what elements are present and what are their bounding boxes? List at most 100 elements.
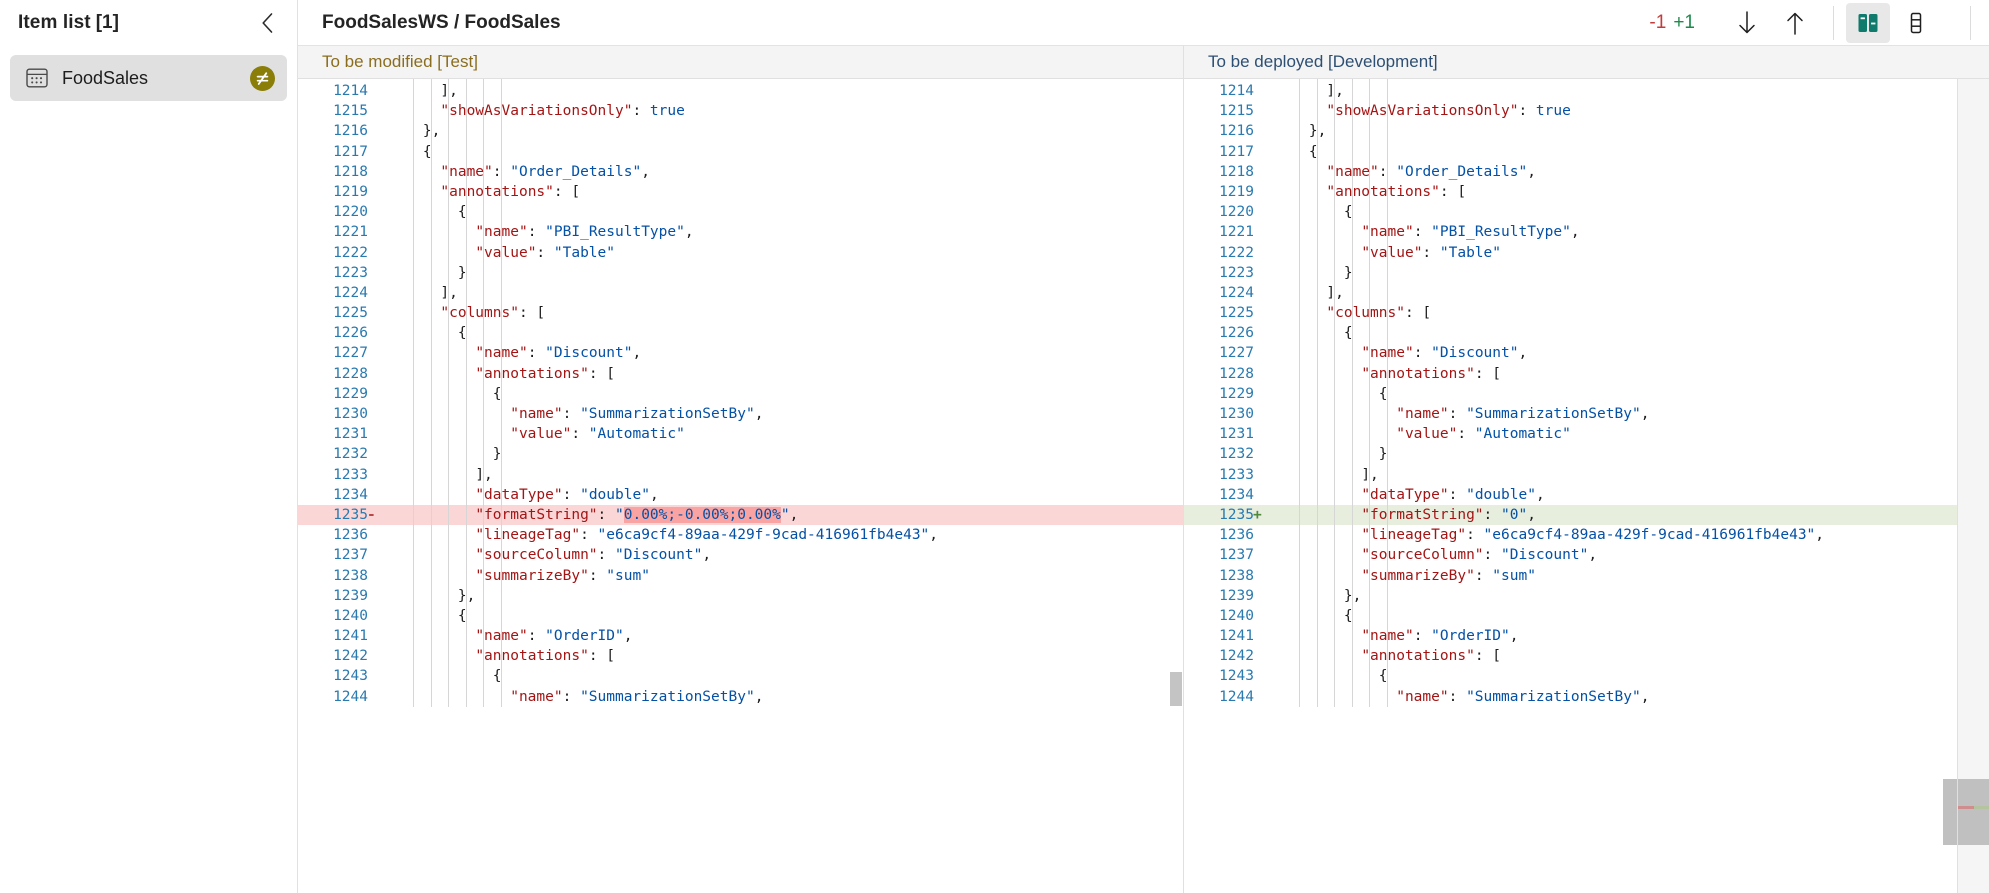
right-scrollbar-thumb[interactable] (1943, 779, 1957, 845)
code-line[interactable]: 1218 "name": "Order_Details", (298, 162, 1183, 182)
code-line[interactable]: 1214 ], (298, 81, 1183, 101)
code-line[interactable]: 1233 ], (298, 465, 1183, 485)
code-line[interactable]: 1223 } (298, 263, 1183, 283)
code-token: "sum" (1492, 567, 1536, 584)
code-line[interactable]: 1220 { (298, 202, 1183, 222)
code-line[interactable]: 1235- "formatString": "0.00%;-0.00%;0.00… (298, 504, 1183, 526)
code-line[interactable]: 1219 "annotations": [ (1184, 182, 1989, 202)
code-line[interactable]: 1227 "name": "Discount", (1184, 343, 1989, 363)
code-line[interactable]: 1235 + "formatString": "0", (1184, 504, 1989, 526)
code-token: "showAsVariationsOnly" (1326, 103, 1519, 120)
gutter-spacer (370, 81, 388, 101)
code-token: "Table" (1439, 244, 1501, 261)
code-line[interactable]: 1225 "columns": [ (1184, 303, 1989, 323)
code-line[interactable]: 1237 "sourceColumn": "Discount", (1184, 545, 1989, 565)
line-number: 1214 (1219, 83, 1254, 99)
code-line[interactable]: 1242 "annotations": [ (298, 646, 1183, 666)
code-line[interactable]: 1215 "showAsVariationsOnly": true (298, 101, 1183, 121)
code-line[interactable]: 1230 "name": "SummarizationSetBy", (1184, 404, 1989, 424)
overview-ruler[interactable] (1957, 79, 1989, 893)
code-line[interactable]: 1228 "annotations": [ (298, 364, 1183, 384)
code-line[interactable]: 1221 "name": "PBI_ResultType", (298, 222, 1183, 242)
code-text: } (1274, 263, 1989, 283)
code-line[interactable]: 1222 "value": "Table" (298, 243, 1183, 263)
code-line[interactable]: 1219 "annotations": [ (298, 182, 1183, 202)
code-line[interactable]: 1231 "value": "Automatic" (298, 424, 1183, 444)
code-text: "name": "PBI_ResultType", (1274, 222, 1989, 242)
code-line[interactable]: 1236 "lineageTag": "e6ca9cf4-89aa-429f-9… (1184, 525, 1989, 545)
code-line[interactable]: 1217 { (1184, 142, 1989, 162)
code-line[interactable]: 1240 { (298, 606, 1183, 626)
code-line[interactable]: 1218 "name": "Order_Details", (1184, 162, 1989, 182)
code-line[interactable]: 1238 "summarizeBy": "sum" (1184, 566, 1989, 586)
line-number: 1234 (333, 486, 368, 503)
code-line[interactable]: 1221 "name": "PBI_ResultType", (1184, 222, 1989, 242)
code-line[interactable]: 1229 { (298, 384, 1183, 404)
code-token: : (1422, 244, 1440, 261)
line-number: 1235- (298, 505, 376, 525)
code-line[interactable]: 1244 "name": "SummarizationSetBy", (298, 687, 1183, 707)
sidebar-item-foodsales[interactable]: FoodSales (10, 55, 287, 101)
code-line[interactable]: 1216 }, (298, 121, 1183, 141)
code-token: { (1378, 385, 1388, 402)
code-line[interactable]: 1227 "name": "Discount", (298, 343, 1183, 363)
next-diff-button[interactable] (1725, 3, 1769, 43)
code-line[interactable]: 1216 }, (1184, 121, 1989, 141)
code-line[interactable]: 1232 } (298, 444, 1183, 464)
code-line[interactable]: 1233 ], (1184, 465, 1989, 485)
left-code-area[interactable]: 1214 ], 1215 "showAsVariationsOnly": true… (298, 79, 1183, 893)
code-line[interactable]: 1239 }, (1184, 586, 1989, 606)
collapse-sidebar-button[interactable] (253, 9, 281, 37)
code-text: "name": "SummarizationSetBy", (388, 687, 1183, 707)
code-token: : (527, 628, 546, 645)
code-line[interactable]: 1217 { (298, 142, 1183, 162)
code-token: , (1588, 547, 1598, 564)
code-line[interactable]: 1224 ], (298, 283, 1183, 303)
left-vertical-scrollbar[interactable] (1169, 79, 1183, 893)
code-line[interactable]: 1231 "value": "Automatic" (1184, 424, 1989, 444)
code-line[interactable]: 1220 { (1184, 202, 1989, 222)
code-line[interactable]: 1234 "dataType": "double", (298, 485, 1183, 505)
code-line[interactable]: 1223 } (1184, 263, 1989, 283)
code-line[interactable]: 1225 "columns": [ (298, 303, 1183, 323)
code-line[interactable]: 1241 "name": "OrderID", (1184, 626, 1989, 646)
code-line[interactable]: 1239 }, (298, 586, 1183, 606)
code-line[interactable]: 1242 "annotations": [ (1184, 646, 1989, 666)
gutter-spacer (370, 364, 388, 384)
inline-view-icon (1910, 12, 1922, 33)
code-line[interactable]: 1232 } (1184, 444, 1989, 464)
code-token: "summarizeBy" (1361, 567, 1475, 584)
inline-view-button[interactable] (1894, 3, 1938, 43)
code-line[interactable]: 1238 "summarizeBy": "sum" (298, 566, 1183, 586)
code-line[interactable]: 1234 "dataType": "double", (1184, 485, 1989, 505)
code-line[interactable]: 1226 { (298, 323, 1183, 343)
right-vertical-scrollbar[interactable] (1943, 79, 1957, 893)
code-line[interactable]: 1214 ], (1184, 81, 1989, 101)
code-line[interactable]: 1229 { (1184, 384, 1989, 404)
code-line[interactable]: 1243 { (298, 666, 1183, 686)
right-code-area[interactable]: 1214 ], 1215 "showAsVariationsOnly": true… (1184, 79, 1989, 893)
code-line[interactable]: 1244 "name": "SummarizationSetBy", (1184, 687, 1989, 707)
overview-ruler-viewport[interactable] (1958, 779, 1989, 845)
code-line[interactable]: 1224 ], (1184, 283, 1989, 303)
previous-diff-button[interactable] (1773, 3, 1817, 43)
gutter-spacer (370, 404, 388, 424)
code-line[interactable]: 1243 { (1184, 666, 1989, 686)
code-line[interactable]: 1240 { (1184, 606, 1989, 626)
code-line[interactable]: 1230 "name": "SummarizationSetBy", (298, 404, 1183, 424)
code-token: "Table" (553, 244, 615, 261)
code-text: "annotations": [ (388, 646, 1183, 666)
code-token: , (754, 406, 764, 422)
left-scrollbar-thumb[interactable] (1170, 672, 1182, 706)
side-by-side-view-button[interactable] (1846, 2, 1890, 43)
code-line[interactable]: 1226 { (1184, 323, 1989, 343)
code-token: { (422, 143, 432, 160)
code-line[interactable]: 1236 "lineageTag": "e6ca9cf4-89aa-429f-9… (298, 525, 1183, 545)
code-line[interactable]: 1222 "value": "Table" (1184, 243, 1989, 263)
code-line[interactable]: 1228 "annotations": [ (1184, 364, 1989, 384)
code-line[interactable]: 1237 "sourceColumn": "Discount", (298, 545, 1183, 565)
line-number: 1244 (1219, 688, 1254, 705)
code-line[interactable]: 1215 "showAsVariationsOnly": true (1184, 101, 1989, 121)
code-line[interactable]: 1241 "name": "OrderID", (298, 626, 1183, 646)
gutter-spacer (1256, 586, 1274, 606)
